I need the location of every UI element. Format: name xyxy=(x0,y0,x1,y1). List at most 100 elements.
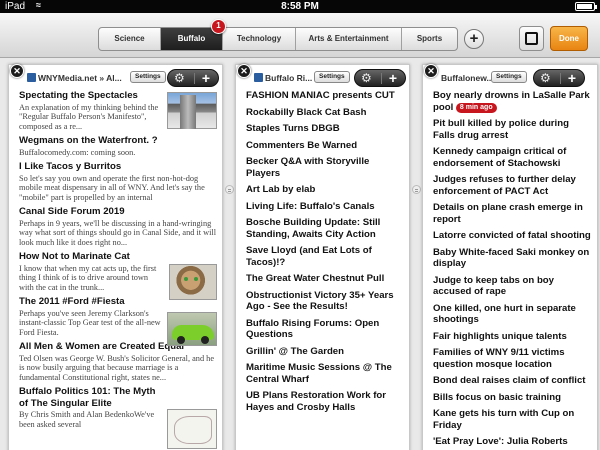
square-icon xyxy=(525,32,538,45)
item-title: How Not to Marinate Cat xyxy=(19,251,130,262)
item-summary: By Chris Smith and Alan BedenkoWe've bee… xyxy=(19,410,155,429)
cat-thumbnail[interactable] xyxy=(169,264,217,300)
settings-button[interactable]: Settings xyxy=(491,71,527,83)
list-item[interactable]: Bills focus on basic training xyxy=(423,392,597,404)
list-item[interactable]: Wegmans on the Waterfront. ? Buffalocomed… xyxy=(9,135,222,157)
feed-source-title: Buffalo Ri... xyxy=(254,73,312,83)
list-item[interactable]: Judges refuses to further delay enforcem… xyxy=(423,174,597,197)
item-title: Latorre convicted of fatal shooting xyxy=(433,230,591,241)
done-button[interactable]: Done xyxy=(550,26,588,51)
list-item[interactable]: Maritime Music Sessions @ The Central Wh… xyxy=(236,362,409,385)
item-title: Spectating the Spectacles xyxy=(19,90,138,101)
layout-toggle-button[interactable] xyxy=(519,26,544,51)
item-title: Rockabilly Black Cat Bash xyxy=(246,106,367,118)
plus-icon[interactable]: + xyxy=(202,70,210,86)
list-item[interactable]: Judge to keep tabs on boy accused of rap… xyxy=(423,275,597,298)
list-item[interactable]: UB Plans Restoration Work for Hayes and … xyxy=(236,390,409,413)
category-tabs: Science Buffalo 1 Technology Arts & Enter… xyxy=(98,19,458,51)
list-item[interactable]: I Like Tacos y Burritos So let's say you … xyxy=(9,161,222,202)
feed-column-wnymedia: WNYMedia.net » Al... Settings ⚙ + Spectat… xyxy=(8,64,223,450)
close-column-button[interactable]: ✕ xyxy=(237,64,251,78)
plus-icon[interactable]: + xyxy=(568,70,576,86)
item-title: Judges refuses to further delay enforcem… xyxy=(433,174,576,197)
list-item[interactable]: Becker Q&A with Storyville Players xyxy=(236,156,409,179)
feed-column-buffalonews: Buffalonew... Settings ⚙ + Boy nearly dro… xyxy=(422,64,598,450)
item-summary: Ted Olsen was George W. Bush's Solicitor… xyxy=(19,353,215,382)
list-item[interactable]: Baby White-faced Saki monkey on display xyxy=(423,247,597,270)
article-thumbnail[interactable] xyxy=(167,92,217,129)
item-summary: Perhaps you've seen Jeremy Clarkson's in… xyxy=(19,308,161,337)
plus-icon[interactable]: + xyxy=(389,70,397,86)
close-column-button[interactable]: ✕ xyxy=(424,64,438,78)
column-resize-handle[interactable] xyxy=(225,185,234,194)
add-tab-button[interactable]: + xyxy=(464,29,484,49)
item-summary: Buffalocomedy.com: coming soon. xyxy=(19,147,136,157)
column-header: Buffalo Ri... Settings ⚙ + xyxy=(236,65,409,87)
list-item[interactable]: Bosche Building Update: Still Standing, … xyxy=(236,217,409,240)
item-title: I Like Tacos y Burritos xyxy=(19,161,122,172)
feed-actions-pill: ⚙ + xyxy=(167,69,219,87)
list-item[interactable]: Save Lloyd (and Eat Lots of Tacos)!? xyxy=(236,245,409,268)
tab-science[interactable]: Science xyxy=(99,28,161,50)
gear-icon[interactable]: ⚙ xyxy=(540,70,551,86)
item-summary: Perhaps in 9 years, we'll be discussing … xyxy=(19,218,217,247)
list-item[interactable]: The Great Water Chestnut Pull xyxy=(236,273,409,285)
settings-button[interactable]: Settings xyxy=(314,71,350,83)
feed-source-title: WNYMedia.net » Al... xyxy=(27,73,127,83)
item-title: UB Plans Restoration Work for Hayes and … xyxy=(246,390,387,413)
car-thumbnail[interactable] xyxy=(167,312,217,346)
list-item[interactable]: One killed, one hurt in separate shootin… xyxy=(423,303,597,326)
item-title: Canal Side Forum 2019 xyxy=(19,206,125,217)
list-item[interactable]: Commenters Be Warned xyxy=(236,140,409,152)
tab-arts-entertainment[interactable]: Arts & Entertainment xyxy=(296,28,402,50)
settings-button[interactable]: Settings xyxy=(130,71,166,83)
feed-column-buffalo-rising: Buffalo Ri... Settings ⚙ + FASHION MANIAC… xyxy=(235,64,410,450)
list-item[interactable]: Pit bull killed by police during Falls d… xyxy=(423,118,597,141)
list-item[interactable]: Canal Side Forum 2019 Perhaps in 9 years,… xyxy=(9,206,222,247)
gear-icon[interactable]: ⚙ xyxy=(361,70,372,86)
list-item[interactable]: Boy nearly drowns in LaSalle Park pool 8… xyxy=(423,90,597,113)
feed-actions-pill: ⚙ + xyxy=(533,69,585,87)
tab-buffalo[interactable]: Buffalo 1 xyxy=(161,19,226,50)
map-thumbnail[interactable] xyxy=(167,409,217,449)
item-title: The Great Water Chestnut Pull xyxy=(246,273,385,284)
list-item[interactable]: Staples Turns DBGB xyxy=(236,123,409,135)
list-item[interactable]: 'Eat Pray Love': Julia Roberts goes xyxy=(423,436,597,450)
list-item[interactable]: Bond deal raises claim of conflict xyxy=(423,375,597,387)
list-item[interactable]: Rockabilly Black Cat Bash xyxy=(236,107,409,119)
list-item[interactable]: Families of WNY 9/11 victims question mo… xyxy=(423,347,597,370)
top-toolbar: Science Buffalo 1 Technology Arts & Enter… xyxy=(0,13,600,58)
site-icon xyxy=(254,73,263,82)
feed-list: Spectating the Spectacles An explanation … xyxy=(9,90,222,433)
list-item[interactable]: Living Life: Buffalo's Canals xyxy=(236,201,409,213)
list-item[interactable]: Art Lab by elab xyxy=(236,184,409,196)
item-title: Obstructionist Victory 35+ Years Ago - S… xyxy=(246,289,394,313)
list-item[interactable]: Buffalo Rising Forums: Open Questions xyxy=(236,318,409,341)
column-resize-handle[interactable] xyxy=(412,185,421,194)
feed-source-label: WNYMedia.net » Al... xyxy=(38,73,122,83)
list-item[interactable]: All Men & Women are Created Equal Ted Ols… xyxy=(9,341,222,382)
battery-icon xyxy=(575,2,597,11)
close-column-button[interactable]: ✕ xyxy=(10,64,24,78)
list-item[interactable]: Details on plane crash emerge in report xyxy=(423,202,597,225)
feed-actions-pill: ⚙ + xyxy=(354,69,406,87)
item-title: Save Lloyd (and Eat Lots of Tacos)!? xyxy=(246,245,372,268)
list-item[interactable]: FASHION MANIAC presents CUT xyxy=(236,90,409,102)
list-item[interactable]: Fair highlights unique talents xyxy=(423,331,597,343)
list-item[interactable]: Grillin' @ The Garden xyxy=(236,346,409,358)
list-item[interactable]: Obstructionist Victory 35+ Years Ago - S… xyxy=(236,290,409,313)
gear-icon[interactable]: ⚙ xyxy=(174,70,185,86)
list-item[interactable]: Kane gets his turn with Cup on Friday xyxy=(423,408,597,431)
item-title: Fair highlights unique talents xyxy=(433,330,567,342)
tab-sports[interactable]: Sports xyxy=(402,28,457,50)
item-title: Maritime Music Sessions @ The Central Wh… xyxy=(246,362,392,385)
list-item[interactable]: Latorre convicted of fatal shooting xyxy=(423,230,597,242)
list-item[interactable]: Kennedy campaign critical of endorsement… xyxy=(423,146,597,169)
item-title: Commenters Be Warned xyxy=(246,139,358,151)
item-summary: I know that when my cat acts up, the fir… xyxy=(19,263,157,292)
item-title: Details on plane crash emerge in report xyxy=(433,202,583,225)
tab-technology[interactable]: Technology xyxy=(223,28,296,50)
item-title: Kane gets his turn with Cup on Friday xyxy=(433,408,575,431)
item-title: Wegmans on the Waterfront. ? xyxy=(19,135,158,146)
item-title: 'Eat Pray Love': Julia Roberts goes xyxy=(433,436,568,450)
